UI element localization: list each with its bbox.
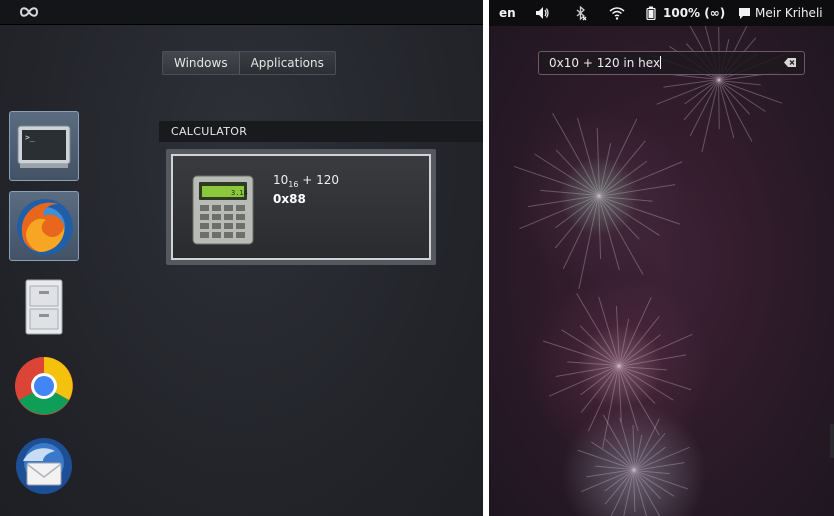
expr-base: 10 — [273, 173, 289, 187]
overview-top-bar — [0, 0, 483, 25]
calculator-value: 0x88 — [273, 192, 306, 206]
keyboard-layout-indicator[interactable]: en — [499, 0, 516, 26]
svg-text:>_: >_ — [25, 133, 35, 142]
desktop-screen: en 100% (∞) Meir Kriheli 0x10 + 120 in h — [489, 0, 834, 516]
user-menu[interactable]: Meir Kriheli — [755, 0, 823, 26]
dash-item-thunderbird[interactable] — [9, 431, 79, 501]
dash: >_ — [0, 104, 90, 516]
thunderbird-icon — [16, 438, 72, 494]
windows-tab[interactable]: Windows — [163, 52, 239, 74]
overview-screen: Windows Applications >_ CALCULATOR 3.14 … — [0, 0, 483, 516]
dash-item-terminal[interactable]: >_ — [9, 111, 79, 181]
edge-handle — [830, 424, 834, 458]
text-caret — [660, 56, 662, 69]
applications-tab[interactable]: Applications — [238, 52, 335, 74]
clear-search-icon[interactable] — [783, 57, 797, 68]
battery-icon[interactable] — [646, 6, 656, 20]
wifi-icon[interactable] — [609, 6, 625, 20]
chrome-icon — [15, 357, 73, 415]
dash-item-files[interactable] — [9, 271, 79, 341]
wallpaper-ray — [602, 365, 619, 449]
expr-base-subscript: 16 — [288, 180, 299, 189]
calculator-expression: 1016 + 120 — [273, 173, 339, 189]
chat-bubble-icon[interactable] — [738, 7, 751, 20]
bluetooth-disabled-icon[interactable] — [575, 6, 587, 21]
terminal-icon: >_ — [17, 125, 71, 168]
dash-item-firefox[interactable] — [9, 191, 79, 261]
view-switcher: Windows Applications — [162, 51, 336, 75]
expr-rest: + 120 — [298, 173, 340, 187]
search-input-text: 0x10 + 120 in hex — [549, 56, 661, 70]
firefox-icon — [17, 199, 73, 255]
wallpaper-ray — [633, 470, 664, 516]
search-input[interactable]: 0x10 + 120 in hex — [538, 51, 805, 75]
desktop-top-bar: en 100% (∞) Meir Kriheli — [489, 0, 834, 26]
dash-item-chrome[interactable] — [9, 351, 79, 421]
svg-text:3.14: 3.14 — [231, 189, 248, 197]
calculator-section-header: CALCULATOR — [159, 120, 483, 142]
file-cabinet-icon — [25, 279, 63, 335]
battery-status[interactable]: 100% (∞) — [663, 0, 725, 26]
calculator-result-frame[interactable]: 3.14 1016 + 120 0x88 — [171, 154, 431, 260]
volume-icon[interactable] — [535, 6, 549, 20]
infinity-icon[interactable] — [18, 4, 40, 20]
calculator-icon: 3.14 — [192, 175, 254, 245]
wallpaper-ray — [578, 195, 599, 289]
calculator-result[interactable]: 3.14 1016 + 120 0x88 — [166, 149, 436, 265]
